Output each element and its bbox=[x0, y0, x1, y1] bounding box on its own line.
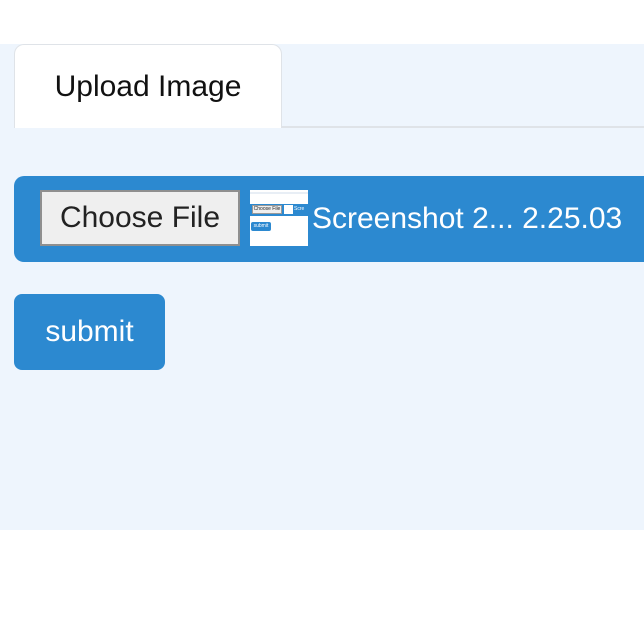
thumbnail-image bbox=[284, 205, 293, 214]
file-input-row: Choose File Choose File Scre submit Scre… bbox=[14, 176, 644, 262]
thumbnail-choose-button: Choose File bbox=[252, 205, 282, 214]
choose-file-button[interactable]: Choose File bbox=[40, 190, 240, 246]
tab-divider bbox=[282, 126, 644, 128]
thumbnail-submit-button: submit bbox=[251, 222, 271, 231]
tab-bar: Upload Image bbox=[0, 44, 644, 128]
thumbnail-file-text: Scre bbox=[294, 206, 305, 212]
tab-upload-image[interactable]: Upload Image bbox=[14, 44, 282, 128]
upload-panel: Upload Image Choose File Choose File Scr… bbox=[0, 44, 644, 530]
thumbnail-tab-bar bbox=[250, 192, 308, 194]
selected-file-name: Screenshot 2... 2.25.03 bbox=[312, 202, 623, 235]
file-thumbnail: Choose File Scre submit bbox=[250, 190, 308, 246]
submit-button[interactable]: submit bbox=[14, 294, 165, 370]
tab-label: Upload Image bbox=[54, 69, 242, 103]
